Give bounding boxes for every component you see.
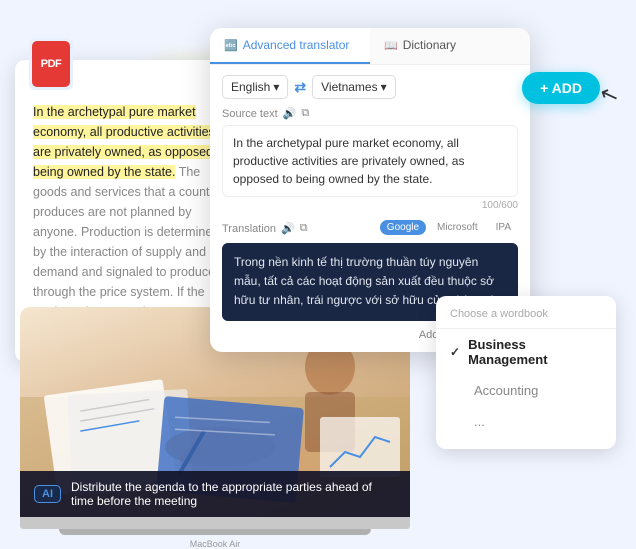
cursor-arrow: ↖	[596, 80, 622, 111]
swap-lang-icon[interactable]: ⇄	[294, 79, 306, 96]
wordbook-title: Choose a wordbook	[436, 308, 616, 329]
char-count: 100/600	[222, 200, 518, 211]
translator-tabs: 🔤 Advanced translator 📖 Dictionary	[210, 28, 530, 65]
source-text-box: In the archetypal pure market economy, a…	[222, 125, 518, 197]
tab-dictionary[interactable]: 📖 Dictionary	[370, 28, 530, 64]
wordbook-item-1[interactable]: Accounting	[436, 375, 616, 406]
laptop-ai-bar: AI Distribute the agenda to the appropri…	[20, 471, 410, 517]
target-lang-button[interactable]: Vietnames ▾	[312, 75, 396, 99]
copy-icon[interactable]: ⧉	[301, 107, 309, 120]
add-button[interactable]: + ADD	[522, 72, 600, 104]
translator-icon: 🔤	[224, 39, 238, 52]
speaker-icon-translation[interactable]: 🔊	[281, 222, 295, 235]
lang-selector: English ▾ ⇄ Vietnames ▾	[222, 75, 518, 99]
check-icon: ✓	[450, 345, 460, 359]
engine-tabs: Google Microsoft IPA	[380, 220, 518, 235]
source-label: Source text 🔊 ⧉	[222, 107, 518, 120]
laptop-base: MacBook Air	[20, 517, 410, 529]
laptop-brand-label: MacBook Air	[190, 539, 241, 549]
copy-icon-translation[interactable]: ⧉	[300, 222, 308, 235]
ai-suggestion-text: Distribute the agenda to the appropriate…	[71, 480, 396, 508]
dictionary-icon: 📖	[384, 39, 398, 52]
translation-label: Translation 🔊 ⧉	[222, 222, 308, 235]
chevron-down-icon: ▾	[273, 80, 279, 94]
engine-ipa[interactable]: IPA	[489, 220, 518, 235]
pdf-icon: PDF	[32, 41, 70, 87]
wordbook-item-2[interactable]: ...	[436, 406, 616, 437]
tab-advanced-translator[interactable]: 🔤 Advanced translator	[210, 28, 370, 64]
wordbook-item-0[interactable]: ✓ Business Management	[436, 329, 616, 375]
engine-google[interactable]: Google	[380, 220, 426, 235]
engine-microsoft[interactable]: Microsoft	[430, 220, 485, 235]
ai-badge: AI	[34, 485, 61, 503]
source-lang-button[interactable]: English ▾	[222, 75, 288, 99]
wordbook-dropdown: Choose a wordbook ✓ Business Management …	[436, 296, 616, 449]
pdf-icon-container: PDF	[29, 38, 73, 90]
chevron-down-icon: ▾	[381, 80, 387, 94]
speaker-icon[interactable]: 🔊	[283, 107, 297, 120]
